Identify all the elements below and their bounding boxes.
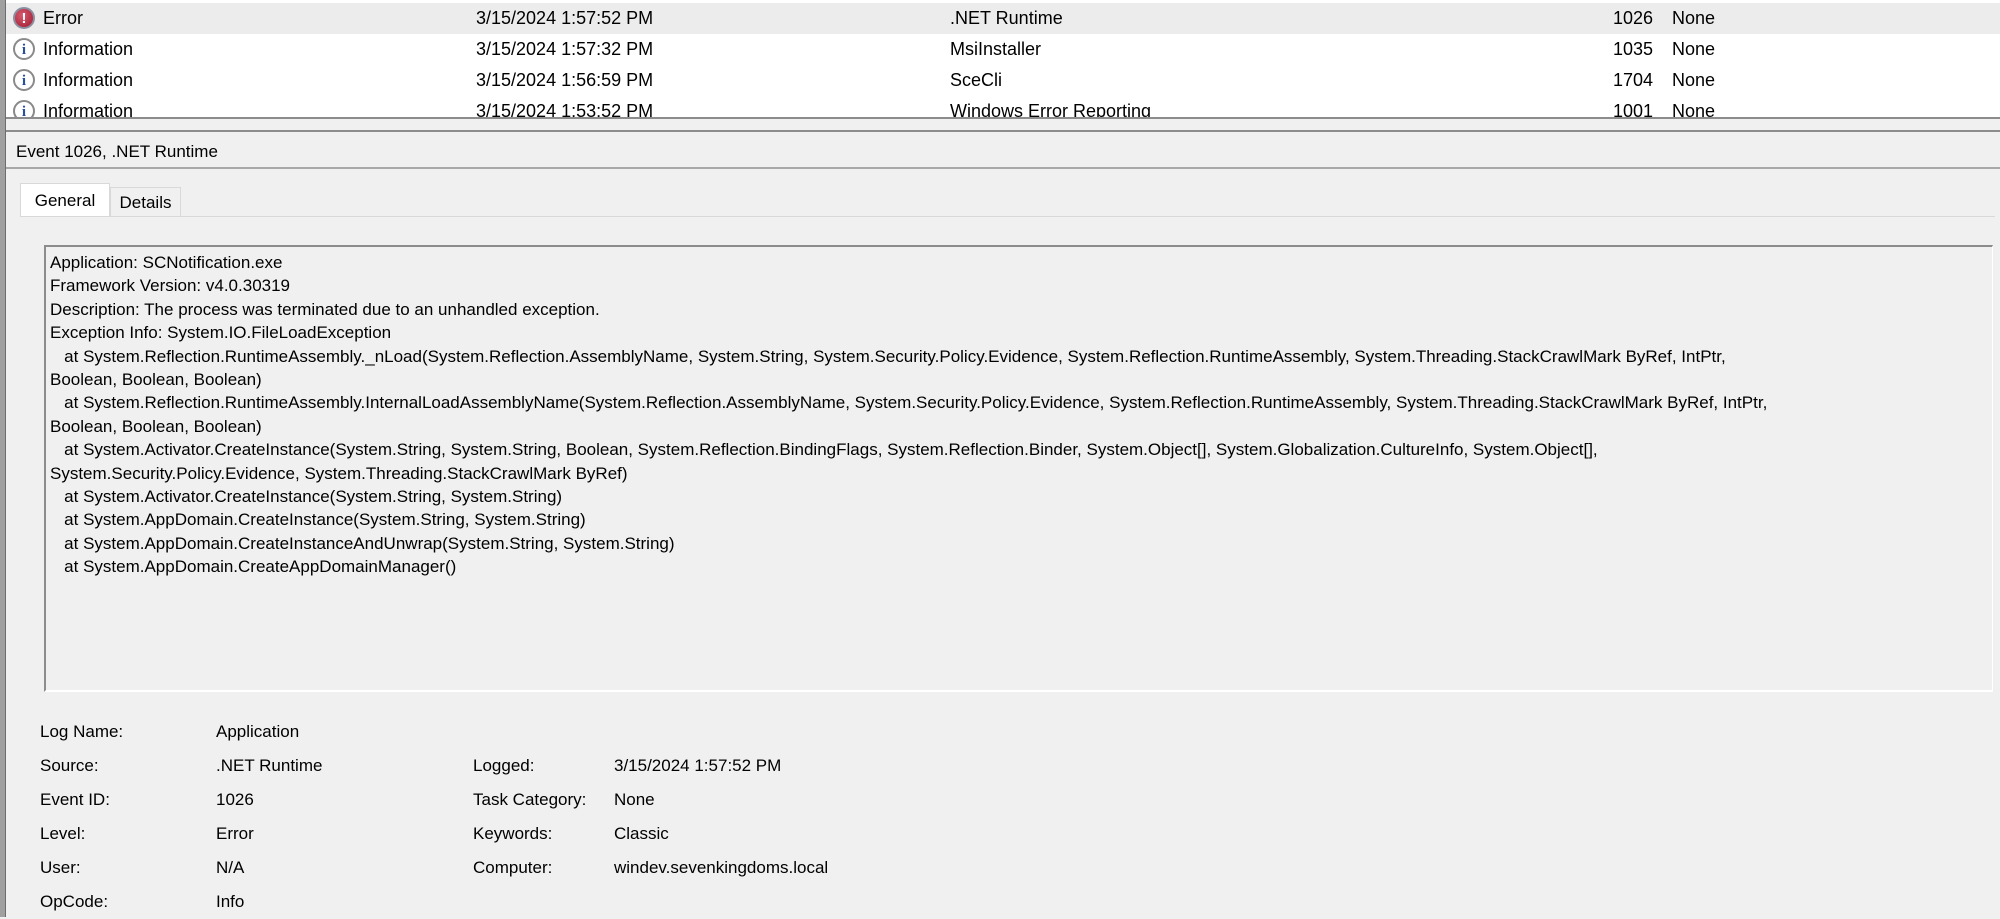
- event-level: Information: [43, 70, 134, 90]
- event-task-category: None: [1672, 101, 1716, 117]
- event-source: .NET Runtime: [950, 8, 1063, 28]
- info-icon: i: [13, 69, 35, 91]
- source-label: Source:: [40, 756, 99, 775]
- info-icon: i: [13, 100, 35, 117]
- description-line: at System.Reflection.RuntimeAssembly.Int…: [50, 393, 1768, 413]
- source-value: .NET Runtime: [216, 756, 323, 775]
- computer-label: Computer:: [473, 858, 553, 877]
- splitter[interactable]: [6, 117, 2000, 119]
- event-row[interactable]: i Information 3/15/2024 1:57:32 PM MsiIn…: [6, 34, 2000, 65]
- description-line: at System.AppDomain.CreateInstanceAndUnw…: [50, 533, 675, 553]
- description-line: Boolean, Boolean, Boolean): [50, 416, 262, 436]
- log-name-label: Log Name:: [40, 722, 124, 741]
- event-date: 3/15/2024 1:57:52 PM: [476, 8, 654, 28]
- description-line: at System.AppDomain.CreateAppDomainManag…: [50, 557, 457, 577]
- pane-border: [0, 0, 6, 917]
- description-line: at System.Activator.CreateInstance(Syste…: [50, 440, 1598, 460]
- description-line: at System.Reflection.RuntimeAssembly._nL…: [50, 346, 1726, 366]
- log-name-value: Application: [216, 722, 300, 741]
- level-value: Error: [216, 824, 254, 843]
- event-date: 3/15/2024 1:56:59 PM: [476, 70, 654, 90]
- keywords-value: Classic: [614, 824, 669, 843]
- description-line: Exception Info: System.IO.FileLoadExcept…: [50, 323, 392, 343]
- keywords-label: Keywords:: [473, 824, 553, 843]
- event-date: 3/15/2024 1:53:52 PM: [476, 101, 654, 117]
- error-icon: !: [13, 7, 35, 29]
- event-id: 1035: [1612, 39, 1653, 59]
- event-id-value: 1026: [216, 790, 254, 809]
- event-detail-title: Event 1026, .NET Runtime: [16, 142, 218, 161]
- event-level: Information: [43, 39, 134, 59]
- description-line: Description: The process was terminated …: [50, 299, 600, 319]
- event-row[interactable]: ! Error 3/15/2024 1:57:52 PM .NET Runtim…: [6, 3, 2000, 34]
- description-line: System.Security.Policy.Evidence, System.…: [50, 463, 628, 483]
- event-date: 3/15/2024 1:57:32 PM: [476, 39, 654, 59]
- event-id: 1026: [1612, 8, 1653, 28]
- event-source: Windows Error Reporting: [950, 101, 1152, 117]
- description-line: at System.AppDomain.CreateInstance(Syste…: [50, 510, 586, 530]
- tab-details[interactable]: Details: [110, 187, 181, 217]
- tab-general[interactable]: General: [20, 183, 110, 217]
- logged-value: 3/15/2024 1:57:52 PM: [614, 756, 782, 775]
- logged-label: Logged:: [473, 756, 535, 775]
- opcode-value: Info: [216, 892, 245, 911]
- event-id: 1001: [1612, 101, 1653, 117]
- event-row[interactable]: i Information 3/15/2024 1:56:59 PM SceCl…: [6, 65, 2000, 96]
- event-id: 1704: [1612, 70, 1653, 90]
- event-level: Information: [43, 101, 134, 117]
- splitter-edge: [6, 130, 2000, 132]
- event-task-category: None: [1672, 8, 1716, 28]
- description-line: Framework Version: v4.0.30319: [50, 276, 291, 296]
- description-line: Boolean, Boolean, Boolean): [50, 370, 262, 390]
- event-row[interactable]: i Information 3/15/2024 1:53:52 PM Windo…: [6, 96, 2000, 117]
- event-task-category: None: [1672, 39, 1716, 59]
- user-label: User:: [40, 858, 81, 877]
- description-line: at System.Activator.CreateInstance(Syste…: [50, 487, 563, 507]
- tab-panel-border: [20, 216, 1995, 217]
- description-line: Application: SCNotification.exe: [50, 253, 283, 272]
- task-category-value: None: [614, 790, 655, 809]
- event-list[interactable]: ! Error 3/15/2024 1:57:52 PM .NET Runtim…: [6, 0, 2000, 117]
- event-source: MsiInstaller: [950, 39, 1042, 59]
- divider: [6, 167, 2000, 169]
- event-task-category: None: [1672, 70, 1716, 90]
- computer-value: windev.sevenkingdoms.local: [614, 858, 829, 877]
- event-level: Error: [43, 8, 83, 28]
- task-category-label: Task Category:: [473, 790, 587, 809]
- event-description-textbox[interactable]: Application: SCNotification.exe Framewor…: [44, 245, 1993, 692]
- level-label: Level:: [40, 824, 86, 843]
- event-source: SceCli: [950, 70, 1003, 90]
- event-id-label: Event ID:: [40, 790, 110, 809]
- info-icon: i: [13, 38, 35, 60]
- user-value: N/A: [216, 858, 245, 877]
- opcode-label: OpCode:: [40, 892, 109, 911]
